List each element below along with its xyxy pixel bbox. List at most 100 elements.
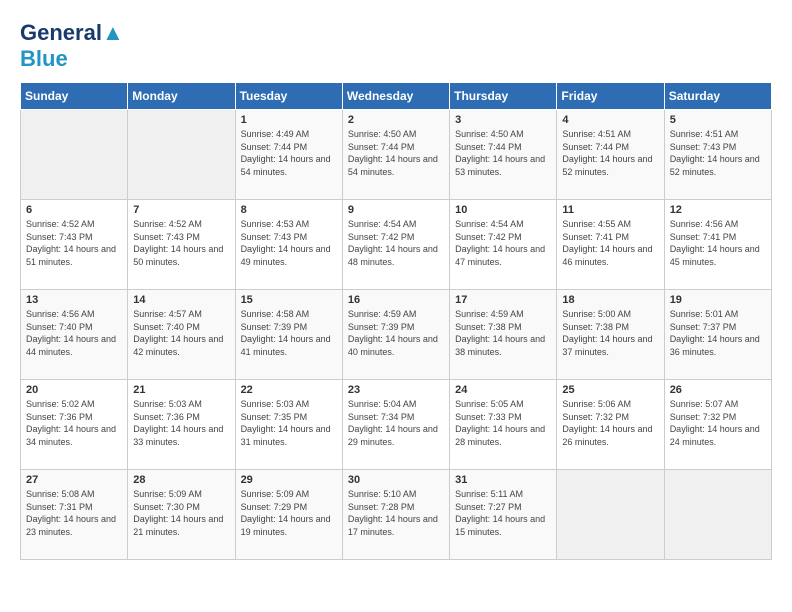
calendar-cell [128,110,235,200]
cell-info: Sunrise: 4:52 AMSunset: 7:43 PMDaylight:… [133,218,229,268]
cell-info: Sunrise: 4:57 AMSunset: 7:40 PMDaylight:… [133,308,229,358]
calendar-cell: 18 Sunrise: 5:00 AMSunset: 7:38 PMDayligh… [557,290,664,380]
cell-info: Sunrise: 5:10 AMSunset: 7:28 PMDaylight:… [348,488,444,538]
calendar-cell: 16 Sunrise: 4:59 AMSunset: 7:39 PMDayligh… [342,290,449,380]
cell-info: Sunrise: 5:02 AMSunset: 7:36 PMDaylight:… [26,398,122,448]
cell-info: Sunrise: 5:11 AMSunset: 7:27 PMDaylight:… [455,488,551,538]
calendar-cell: 9 Sunrise: 4:54 AMSunset: 7:42 PMDaylight… [342,200,449,290]
day-header-thursday: Thursday [450,83,557,110]
cell-info: Sunrise: 5:07 AMSunset: 7:32 PMDaylight:… [670,398,766,448]
cell-info: Sunrise: 5:09 AMSunset: 7:30 PMDaylight:… [133,488,229,538]
day-number: 18 [562,294,658,306]
day-header-sunday: Sunday [21,83,128,110]
cell-info: Sunrise: 4:50 AMSunset: 7:44 PMDaylight:… [348,128,444,178]
day-header-wednesday: Wednesday [342,83,449,110]
calendar-cell: 26Sunrise: 5:07 AMSunset: 7:32 PMDayligh… [664,380,771,470]
calendar-cell: 10 Sunrise: 4:54 AMSunset: 7:42 PMDayligh… [450,200,557,290]
day-number: 30 [348,474,444,486]
cell-info: Sunrise: 5:03 AMSunset: 7:36 PMDaylight:… [133,398,229,448]
cell-info: Sunrise: 4:54 AMSunset: 7:42 PMDaylight:… [455,218,551,268]
cell-info: Sunrise: 4:53 AMSunset: 7:43 PMDaylight:… [241,218,337,268]
calendar-cell: 19Sunrise: 5:01 AMSunset: 7:37 PMDayligh… [664,290,771,380]
calendar-cell: 5Sunrise: 4:51 AMSunset: 7:43 PMDaylight… [664,110,771,200]
cell-info: Sunrise: 5:08 AMSunset: 7:31 PMDaylight:… [26,488,122,538]
calendar-cell: 13 Sunrise: 4:56 AMSunset: 7:40 PMDayligh… [21,290,128,380]
calendar-cell: 14 Sunrise: 4:57 AMSunset: 7:40 PMDayligh… [128,290,235,380]
cell-info: Sunrise: 5:03 AMSunset: 7:35 PMDaylight:… [241,398,337,448]
page-header: General▲ Blue [20,20,772,72]
day-number: 14 [133,294,229,306]
cell-info: Sunrise: 4:59 AMSunset: 7:38 PMDaylight:… [455,308,551,358]
calendar-cell: 6 Sunrise: 4:52 AMSunset: 7:43 PMDaylight… [21,200,128,290]
day-number: 4 [562,114,658,126]
day-header-saturday: Saturday [664,83,771,110]
cell-info: Sunrise: 5:06 AMSunset: 7:32 PMDaylight:… [562,398,658,448]
day-number: 17 [455,294,551,306]
cell-info: Sunrise: 5:00 AMSunset: 7:38 PMDaylight:… [562,308,658,358]
day-number: 27 [26,474,122,486]
cell-info: Sunrise: 4:52 AMSunset: 7:43 PMDaylight:… [26,218,122,268]
calendar-cell [557,470,664,560]
day-number: 24 [455,384,551,396]
day-number: 12 [670,204,766,216]
calendar-cell: 28Sunrise: 5:09 AMSunset: 7:30 PMDayligh… [128,470,235,560]
cell-info: Sunrise: 4:56 AMSunset: 7:41 PMDaylight:… [670,218,766,268]
calendar-cell: 27 Sunrise: 5:08 AMSunset: 7:31 PMDayligh… [21,470,128,560]
day-number: 29 [241,474,337,486]
day-number: 31 [455,474,551,486]
day-number: 9 [348,204,444,216]
logo: General▲ Blue [20,20,124,72]
calendar-cell: 29 Sunrise: 5:09 AMSunset: 7:29 PMDayligh… [235,470,342,560]
cell-info: Sunrise: 4:58 AMSunset: 7:39 PMDaylight:… [241,308,337,358]
cell-info: Sunrise: 4:50 AMSunset: 7:44 PMDaylight:… [455,128,551,178]
day-number: 19 [670,294,766,306]
calendar-week-3: 13 Sunrise: 4:56 AMSunset: 7:40 PMDayligh… [21,290,772,380]
day-number: 10 [455,204,551,216]
calendar-cell: 8 Sunrise: 4:53 AMSunset: 7:43 PMDaylight… [235,200,342,290]
calendar-header: SundayMondayTuesdayWednesdayThursdayFrid… [21,83,772,110]
cell-info: Sunrise: 4:54 AMSunset: 7:42 PMDaylight:… [348,218,444,268]
calendar-cell: 4 Sunrise: 4:51 AMSunset: 7:44 PMDaylight… [557,110,664,200]
day-number: 6 [26,204,122,216]
calendar-cell: 25 Sunrise: 5:06 AMSunset: 7:32 PMDayligh… [557,380,664,470]
calendar-cell: 22 Sunrise: 5:03 AMSunset: 7:35 PMDayligh… [235,380,342,470]
day-number: 22 [241,384,337,396]
day-header-monday: Monday [128,83,235,110]
calendar-cell [664,470,771,560]
calendar-cell: 17 Sunrise: 4:59 AMSunset: 7:38 PMDayligh… [450,290,557,380]
day-number: 11 [562,204,658,216]
calendar-week-5: 27 Sunrise: 5:08 AMSunset: 7:31 PMDayligh… [21,470,772,560]
day-number: 1 [241,114,337,126]
day-number: 25 [562,384,658,396]
calendar-cell: 20 Sunrise: 5:02 AMSunset: 7:36 PMDayligh… [21,380,128,470]
cell-info: Sunrise: 4:49 AMSunset: 7:44 PMDaylight:… [241,128,337,178]
calendar-week-1: 1 Sunrise: 4:49 AMSunset: 7:44 PMDaylight… [21,110,772,200]
cell-info: Sunrise: 5:04 AMSunset: 7:34 PMDaylight:… [348,398,444,448]
day-number: 16 [348,294,444,306]
calendar-cell: 12 Sunrise: 4:56 AMSunset: 7:41 PMDayligh… [664,200,771,290]
day-number: 13 [26,294,122,306]
calendar-cell: 23 Sunrise: 5:04 AMSunset: 7:34 PMDayligh… [342,380,449,470]
cell-info: Sunrise: 4:59 AMSunset: 7:39 PMDaylight:… [348,308,444,358]
calendar-cell: 21 Sunrise: 5:03 AMSunset: 7:36 PMDayligh… [128,380,235,470]
day-number: 21 [133,384,229,396]
logo-text: General▲ Blue [20,20,124,72]
calendar-cell: 30 Sunrise: 5:10 AMSunset: 7:28 PMDayligh… [342,470,449,560]
calendar-body: 1 Sunrise: 4:49 AMSunset: 7:44 PMDaylight… [21,110,772,560]
cell-info: Sunrise: 5:09 AMSunset: 7:29 PMDaylight:… [241,488,337,538]
cell-info: Sunrise: 4:56 AMSunset: 7:40 PMDaylight:… [26,308,122,358]
day-number: 23 [348,384,444,396]
day-number: 2 [348,114,444,126]
calendar-cell: 3Sunrise: 4:50 AMSunset: 7:44 PMDaylight… [450,110,557,200]
calendar-cell [21,110,128,200]
day-header-tuesday: Tuesday [235,83,342,110]
cell-info: Sunrise: 4:51 AMSunset: 7:44 PMDaylight:… [562,128,658,178]
calendar-cell: 1 Sunrise: 4:49 AMSunset: 7:44 PMDaylight… [235,110,342,200]
cell-info: Sunrise: 5:05 AMSunset: 7:33 PMDaylight:… [455,398,551,448]
day-number: 8 [241,204,337,216]
calendar-cell: 11Sunrise: 4:55 AMSunset: 7:41 PMDayligh… [557,200,664,290]
calendar-week-2: 6 Sunrise: 4:52 AMSunset: 7:43 PMDaylight… [21,200,772,290]
calendar-table: SundayMondayTuesdayWednesdayThursdayFrid… [20,82,772,560]
day-number: 20 [26,384,122,396]
calendar-week-4: 20 Sunrise: 5:02 AMSunset: 7:36 PMDayligh… [21,380,772,470]
